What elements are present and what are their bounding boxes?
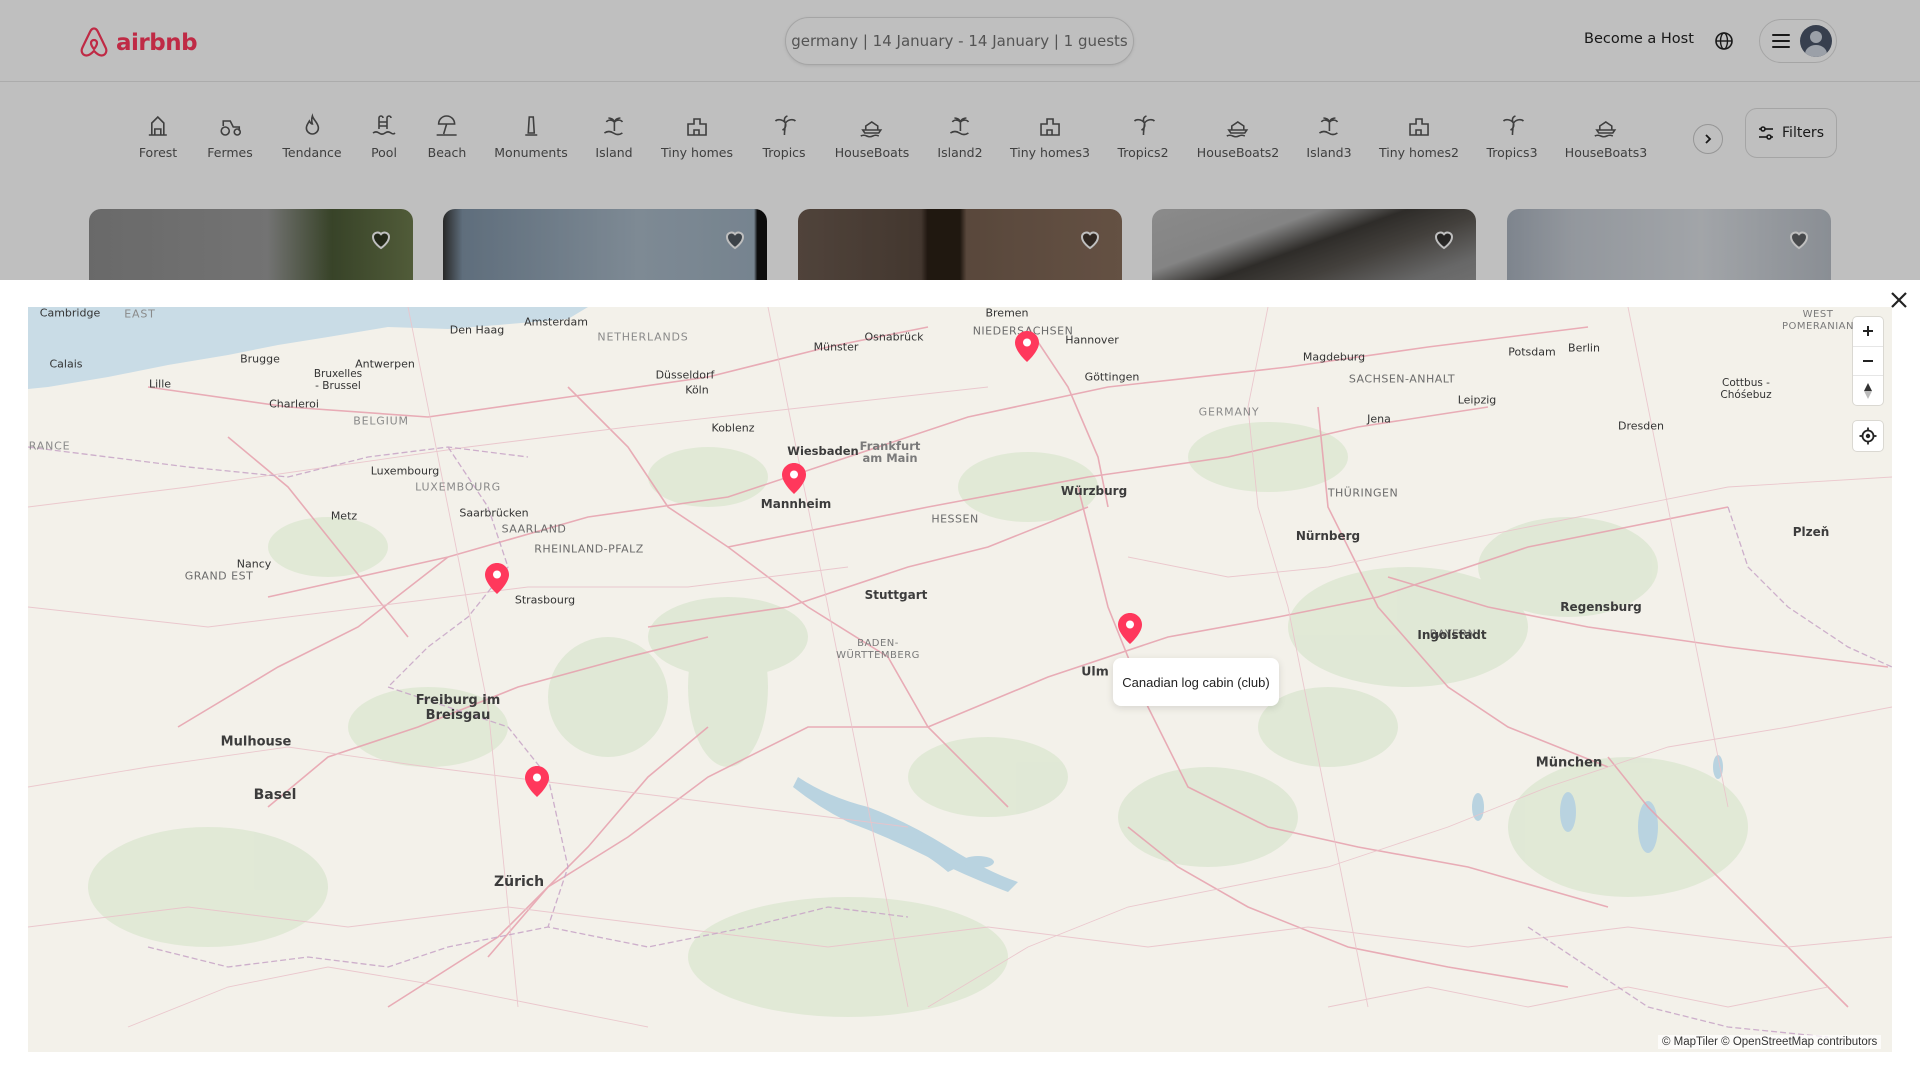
map-label-region: GRAND EST: [184, 569, 254, 583]
map-pin-icon[interactable]: [1014, 330, 1040, 363]
map-label-region: SAARLAND: [501, 522, 567, 536]
map-label-region: EAST: [124, 307, 156, 321]
geolocate-button[interactable]: [1853, 421, 1883, 451]
map-label-region: THÜRINGEN: [1327, 486, 1399, 500]
map-label-city: Koblenz: [711, 421, 755, 435]
map-label-city: Lille: [148, 377, 172, 391]
map-label-city: Mannheim: [760, 497, 832, 511]
map-label-city: Wiesbaden: [787, 444, 859, 458]
reset-north-button[interactable]: [1853, 376, 1883, 405]
map-label-country: NETHERLANDS: [597, 330, 689, 344]
map-pin-icon[interactable]: [1117, 612, 1143, 645]
map-label-city: Den Haag: [449, 323, 505, 337]
map-label-city: Antwerpen: [355, 357, 415, 371]
map-label-city: Saarbrücken: [459, 506, 529, 520]
map-pin-icon[interactable]: [781, 462, 807, 495]
map-label-city: Potsdam: [1508, 345, 1556, 359]
map-label-city: Basel: [253, 787, 297, 803]
map-label-country: LUXEMBOURG: [415, 480, 501, 494]
map-label-city: Münster: [813, 340, 859, 354]
map-label-city: Bruxelles - Brussel: [313, 368, 363, 392]
map-label-city: Amsterdam: [524, 315, 588, 329]
map-label-city: Frankfurt am Main: [859, 439, 921, 465]
zoom-in-button[interactable]: [1853, 317, 1883, 347]
map-label-city: Düsseldorf: [655, 368, 715, 382]
map-zoom-controls: [1853, 317, 1883, 405]
map-label-region: BADEN- WÜRTTEMBERG: [836, 638, 920, 661]
map-label-city: Metz: [330, 509, 358, 523]
listing-tooltip[interactable]: Canadian log cabin (club): [1113, 658, 1279, 706]
map-label-city: Freiburg im Breisgau: [415, 693, 501, 723]
compass-icon: [1864, 382, 1872, 399]
locate-icon: [1859, 427, 1877, 445]
map-pin-icon[interactable]: [524, 765, 550, 798]
modal-backdrop[interactable]: [0, 0, 1920, 280]
map-attribution[interactable]: © MapTiler © OpenStreetMap contributors: [1658, 1035, 1882, 1049]
map-label-city: Ulm: [1081, 663, 1109, 679]
map-label-country: BELGIUM: [353, 414, 409, 428]
map-view[interactable]: EAST NETHERLANDS NIEDERSACHSEN SACHSEN-A…: [28, 307, 1892, 1052]
map-label-country: FRANCE: [28, 439, 71, 453]
zoom-out-button[interactable]: [1853, 347, 1883, 377]
map-label-city: Calais: [49, 357, 83, 371]
map-base-layer: [28, 307, 1892, 1038]
map-label-country: GERMANY: [1198, 405, 1260, 419]
map-label-city: Berlin: [1568, 341, 1600, 355]
map-label-city: Nürnberg: [1295, 529, 1361, 543]
map-label-city: München: [1535, 755, 1603, 771]
map-label-city: Dresden: [1618, 419, 1664, 433]
plus-icon: [1863, 326, 1873, 337]
listing-tooltip-title: Canadian log cabin (club): [1122, 674, 1270, 690]
map-label-city: Magdeburg: [1302, 350, 1366, 364]
map-label-city: Luxembourg: [370, 464, 440, 478]
map-label-city: Charleroi: [269, 397, 319, 411]
map-label-city: Nancy: [236, 557, 272, 571]
map-label-region: RHEINLAND-PFALZ: [534, 542, 644, 556]
map-label-city: Würzburg: [1060, 484, 1128, 498]
map-label-city: Cambridge: [39, 307, 101, 320]
minus-icon: [1863, 360, 1873, 362]
map-label-city: Brugge: [240, 352, 280, 366]
map-label-city: Zürich: [493, 874, 545, 890]
map-label-city: Hannover: [1065, 333, 1119, 347]
map-label-city: Osnabrück: [864, 330, 924, 344]
map-label-region: HESSEN: [931, 512, 979, 526]
map-label-city: Göttingen: [1084, 370, 1140, 384]
map-label-city: Leipzig: [1457, 393, 1497, 407]
map-label-city: Plzeň: [1792, 525, 1830, 539]
map-label-city: Regensburg: [1560, 600, 1642, 614]
map-label-city: Strasbourg: [514, 593, 576, 607]
map-label-city: Stuttgart: [864, 588, 928, 602]
map-label-city: Köln: [685, 383, 709, 397]
map-label-city: Mulhouse: [220, 734, 292, 750]
map-label-city: Ingolstadt: [1417, 628, 1487, 642]
map-label-city: Bremen: [985, 307, 1029, 320]
map-pin-icon[interactable]: [484, 562, 510, 595]
map-label-region: SACHSEN-ANHALT: [1348, 372, 1456, 386]
map-label-city: Cottbus - Chóśebuz: [1720, 377, 1772, 401]
map-label-city: Jena: [1367, 412, 1391, 426]
map-label-region: WEST POMERANIAN: [1782, 309, 1854, 332]
